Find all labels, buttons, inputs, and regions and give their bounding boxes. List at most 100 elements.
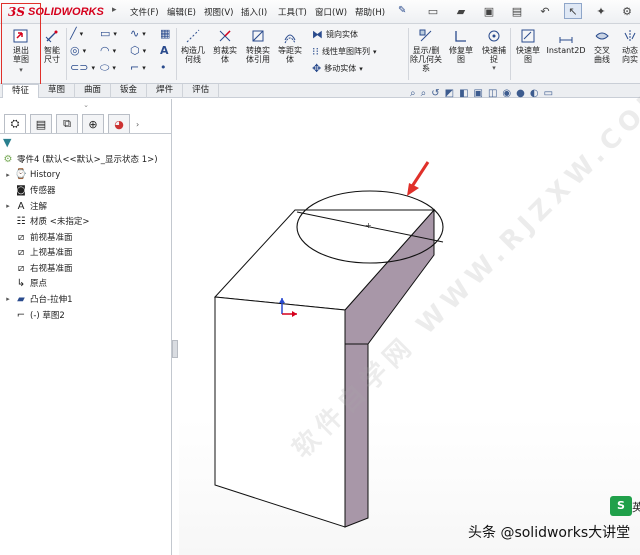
- sensor-icon: ◙: [16, 184, 26, 196]
- expand-icon[interactable]: ▸: [4, 202, 12, 210]
- display-manager-tab[interactable]: ◕: [108, 114, 130, 133]
- point-tool[interactable]: •: [160, 62, 167, 73]
- tree-item-sketch2[interactable]: ⌐ (-) 草图2: [4, 309, 65, 322]
- menu-expand-icon[interactable]: ▸: [112, 5, 117, 15]
- manager-tabs: ⛭ ▤ ⧉ ⊕ ◕ ›: [0, 112, 172, 134]
- select-icon[interactable]: ↖: [564, 3, 582, 19]
- input-method-badge[interactable]: S: [610, 496, 632, 516]
- dimxpert-tab[interactable]: ⊕: [82, 114, 104, 133]
- filter-icon[interactable]: ▼: [3, 136, 11, 149]
- menu-help[interactable]: 帮助(H): [355, 6, 385, 18]
- title-bar: 3S SOLIDWORKS ▸ 文件(F) 编辑(E) 视图(V) 插入(I) …: [0, 0, 640, 24]
- quick-snaps-button[interactable]: 快速捕捉 ▾: [480, 28, 508, 73]
- slot-tool[interactable]: ⊂⊃ ▾: [70, 62, 95, 73]
- tab-evaluate[interactable]: 评估: [183, 84, 220, 98]
- previous-view-icon[interactable]: ↺: [431, 88, 439, 99]
- new-icon[interactable]: ▭: [424, 3, 442, 19]
- tab-features[interactable]: 特征: [2, 84, 40, 98]
- tree-root[interactable]: ⚙ 零件4 (默认<<默认>_显示状态 1>): [2, 153, 158, 166]
- undo-icon[interactable]: ↶: [536, 3, 554, 19]
- arc-tool[interactable]: ◠ ▾: [100, 45, 116, 56]
- menu-tools[interactable]: 工具(T): [278, 6, 307, 18]
- spline-tool[interactable]: ∿ ▾: [130, 28, 146, 39]
- menu-view[interactable]: 视图(V): [204, 6, 233, 18]
- tree-item-origin[interactable]: ↳ 原点: [4, 277, 47, 290]
- menu-edit[interactable]: 编辑(E): [167, 6, 196, 18]
- tree-item-material[interactable]: ☷ 材质 <未指定>: [4, 215, 90, 228]
- pin-icon[interactable]: ✎: [398, 5, 406, 16]
- tree-item-history[interactable]: ▸ ⌚ History: [4, 169, 60, 180]
- rapid-sketch-button[interactable]: 快速草图: [514, 28, 542, 64]
- circle-center-mark: +: [365, 221, 372, 230]
- trim-entities-button[interactable]: 剪裁实体: [211, 28, 239, 64]
- display-style-icon[interactable]: ◫: [488, 88, 497, 99]
- configuration-manager-tab[interactable]: ⧉: [56, 114, 78, 133]
- quick-snap-icon: [485, 28, 503, 44]
- smart-dimension-button[interactable]: 智能尺寸: [40, 28, 64, 64]
- dynamic-annotation-icon[interactable]: ◧: [459, 88, 468, 99]
- menu-file[interactable]: 文件(F): [130, 6, 159, 18]
- text-tool[interactable]: A: [160, 45, 169, 56]
- plane-tool[interactable]: ▦: [160, 28, 170, 39]
- repair-label: 修复草图: [449, 46, 473, 64]
- open-icon[interactable]: ▰: [452, 3, 470, 19]
- extrude-icon: ▰: [17, 293, 25, 305]
- rectangle-tool[interactable]: ▭ ▾: [100, 28, 117, 39]
- expand-icon[interactable]: ▸: [4, 295, 12, 303]
- trim-icon: [216, 28, 234, 44]
- feature-manager-tab[interactable]: ⛭: [4, 114, 26, 133]
- rebuild-icon[interactable]: ✦: [592, 3, 610, 19]
- expand-icon[interactable]: ▸: [4, 171, 12, 179]
- mirror-entities-button[interactable]: ⧓ 镜向实体: [312, 29, 358, 40]
- fillet-tool[interactable]: ⌐ ▾: [130, 62, 146, 73]
- polygon-tool[interactable]: ⬡ ▾: [130, 45, 146, 56]
- display-delete-relations-button[interactable]: 显示/删除几何关系: [410, 28, 442, 73]
- tree-item-top-plane[interactable]: ⧄ 上视基准面: [4, 246, 73, 259]
- ellipse-tool[interactable]: ⬭ ▾: [100, 62, 116, 73]
- tab-weldments[interactable]: 焊件: [147, 84, 184, 98]
- scene-icon[interactable]: ◐: [530, 88, 539, 99]
- line-tool[interactable]: ╱ ▾: [70, 28, 83, 39]
- menu-window[interactable]: 窗口(W): [315, 6, 347, 18]
- smart-dimension-label: 智能尺寸: [44, 46, 60, 64]
- intersection-curve-button[interactable]: 交叉曲线: [590, 28, 614, 64]
- convert-entities-button[interactable]: 转换实体引用: [243, 28, 273, 64]
- zoom-area-icon[interactable]: ⌕: [421, 88, 427, 99]
- dynamic-mirror-button[interactable]: 动态向实: [618, 28, 640, 64]
- panel-grip-icon[interactable]: ⌄: [0, 100, 172, 110]
- appearance-icon[interactable]: ●: [516, 88, 525, 99]
- construction-geometry-button[interactable]: 构造几何线: [179, 28, 207, 64]
- repair-icon: [452, 28, 470, 44]
- zoom-fit-icon[interactable]: ⌕: [410, 88, 416, 99]
- save-icon[interactable]: ▣: [480, 3, 498, 19]
- quick-snap-dropdown-icon[interactable]: ▾: [492, 64, 496, 73]
- tree-item-annotations[interactable]: ▸ A 注解: [4, 200, 47, 213]
- tree-item-sensors[interactable]: ◙ 传感器: [4, 184, 55, 197]
- panel-more-icon[interactable]: ›: [136, 120, 139, 129]
- tree-item-right-plane[interactable]: ⧄ 右视基准面: [4, 262, 73, 275]
- instant2d-button[interactable]: Instant2D: [546, 28, 586, 55]
- convert-icon: [249, 28, 267, 44]
- instant2d-icon: [557, 28, 575, 44]
- view-orientation-icon[interactable]: ▣: [474, 88, 483, 99]
- highlight-exit-sketch: [1, 3, 41, 89]
- move-entities-button[interactable]: ✥ 移动实体 ▾: [312, 63, 363, 74]
- view-settings-icon[interactable]: ▭: [544, 88, 553, 99]
- hide-show-icon[interactable]: ◉: [502, 88, 511, 99]
- tab-sheet-metal[interactable]: 钣金: [111, 84, 148, 98]
- linear-pattern-button[interactable]: ⁝⁝ 线性草图阵列 ▾: [312, 46, 377, 57]
- print-icon[interactable]: ▤: [508, 3, 526, 19]
- section-view-icon[interactable]: ◩: [445, 88, 454, 99]
- tab-surfaces[interactable]: 曲面: [75, 84, 112, 98]
- tree-item-front-plane[interactable]: ⧄ 前视基准面: [4, 231, 73, 244]
- property-manager-tab[interactable]: ▤: [30, 114, 52, 133]
- offset-entities-button[interactable]: 等距实体: [276, 28, 304, 64]
- circle-tool[interactable]: ◎ ▾: [70, 45, 86, 56]
- repair-sketch-button[interactable]: 修复草图: [446, 28, 476, 64]
- tab-sketch[interactable]: 草图: [39, 84, 76, 98]
- tree-item-boss-extrude[interactable]: ▸ ▰ 凸台-拉伸1: [4, 293, 72, 306]
- rapid-sketch-label: 快速草图: [516, 46, 540, 64]
- options-icon[interactable]: ⚙: [618, 3, 636, 19]
- panel-splitter[interactable]: [172, 340, 178, 358]
- menu-insert[interactable]: 插入(I): [241, 6, 267, 18]
